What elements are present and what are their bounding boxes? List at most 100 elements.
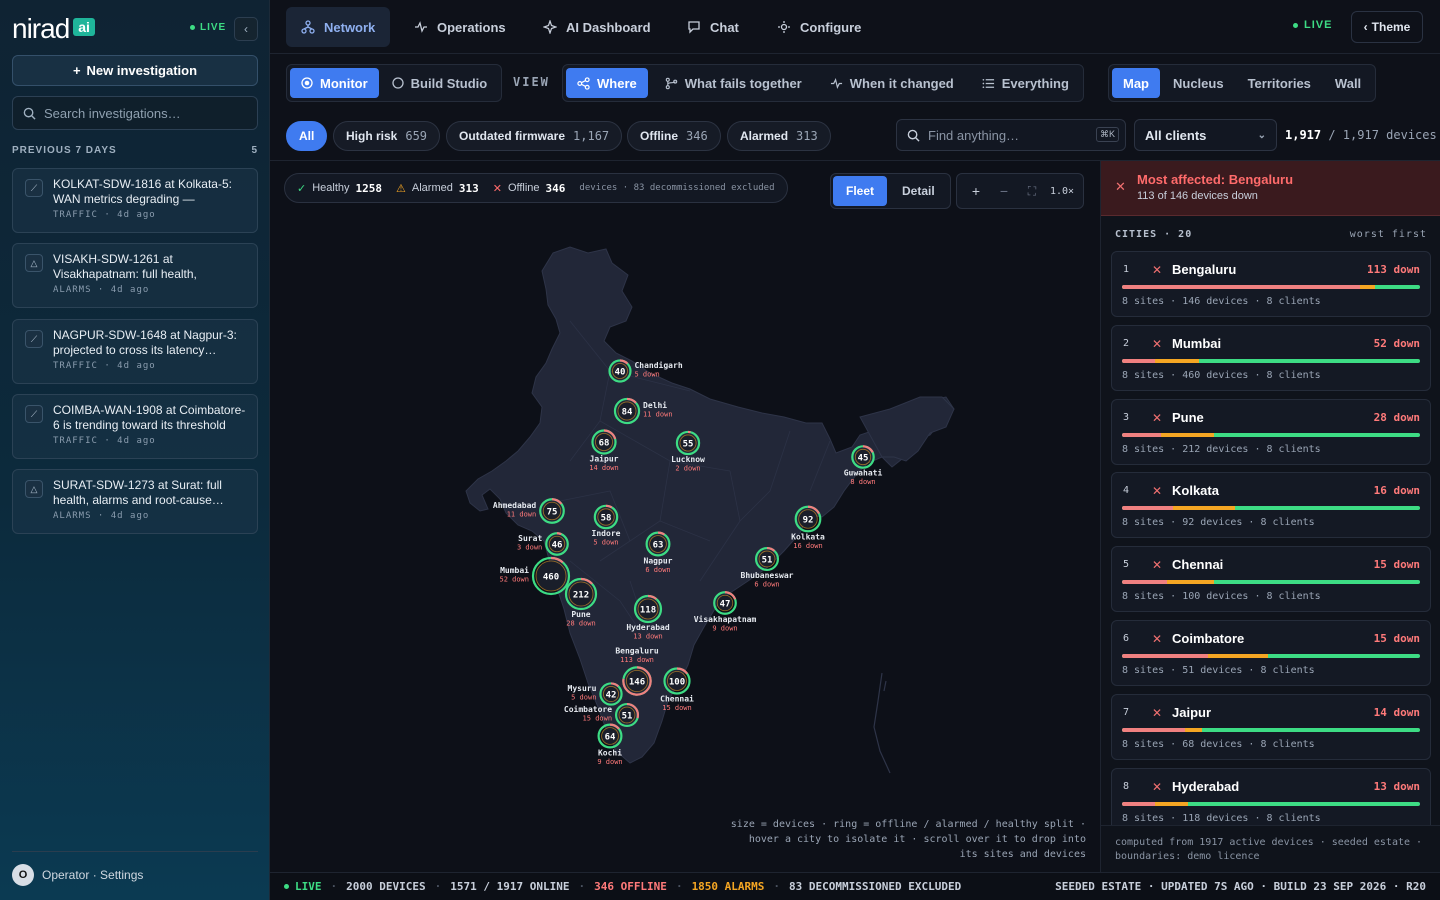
sidebar-live-label: LIVE — [200, 22, 227, 33]
legend-offline-label: Offline — [507, 182, 540, 194]
city-marker[interactable]: 55 Lucknow2 down — [671, 430, 705, 473]
city-marker[interactable]: 75 Ahmedabad11 down — [493, 498, 565, 524]
city-marker[interactable]: 92 Kolkata16 down — [791, 505, 825, 550]
city-marker[interactable]: 460 Mumbai52 down — [499, 556, 571, 596]
city-marker[interactable]: 146 Bengaluru113 down — [615, 646, 659, 696]
city-meta: 8 sites · 51 devices · 8 clients — [1122, 665, 1315, 676]
city-down-label: 8 down — [850, 478, 875, 486]
investigation-item[interactable]: ⟋ NAGPUR-SDW-1648 at Nagpur-3: projected… — [12, 319, 258, 384]
city-down-label: 3 down — [517, 544, 542, 552]
city-card[interactable]: 6 ✕ Coimbatore 15 down 8 sites · 51 devices … — [1111, 620, 1431, 686]
view-where-button[interactable]: Where — [566, 68, 648, 98]
investigation-item[interactable]: △ VISAKH-SDW-1261 at Visakhapatnam: full… — [12, 243, 258, 308]
city-rank: 8 — [1123, 780, 1130, 792]
tab-network[interactable]: Network — [286, 7, 391, 47]
tab-ai-dashboard[interactable]: AI Dashboard — [528, 7, 666, 47]
city-marker[interactable]: 58 Indore5 down — [592, 504, 621, 547]
city-device-count: 58 — [601, 514, 612, 524]
tab-chat[interactable]: Chat — [672, 7, 754, 47]
operator-settings[interactable]: O Operator · Settings — [12, 851, 258, 886]
investigation-item[interactable]: ⟋ COIMBA-WAN-1908 at Coimbatore-6 is tre… — [12, 394, 258, 459]
city-label: Kolkata — [791, 532, 825, 541]
status-separator: · — [578, 880, 586, 893]
fit-screen-icon[interactable]: ⛶ — [1019, 184, 1045, 199]
city-marker[interactable]: 45 Guwahati8 down — [844, 445, 883, 486]
city-card[interactable]: 4 ✕ Kolkata 16 down 8 sites · 92 devices · 8… — [1111, 472, 1431, 539]
city-card[interactable]: 1 ✕ Bengaluru 113 down 8 sites · 146 devices… — [1111, 251, 1431, 317]
city-card[interactable]: 5 ✕ Chennai 15 down 8 sites · 100 devices · … — [1111, 546, 1431, 613]
monitor-mode-button[interactable]: Monitor — [290, 68, 379, 98]
city-card[interactable]: 8 ✕ Hyderabad 13 down 8 sites · 118 devices … — [1111, 767, 1431, 834]
layout-wall-button[interactable]: Wall — [1324, 68, 1372, 98]
section-header: PREVIOUS 7 DAYS 5 — [12, 145, 258, 156]
search-investigations-input[interactable]: Search investigations… — [12, 96, 258, 130]
sort-label[interactable]: worst first — [1350, 229, 1427, 240]
new-investigation-button[interactable]: + New investigation — [12, 55, 258, 86]
investigation-item[interactable]: ⟋ KOLKAT-SDW-1816 at Kolkata-5: WAN metr… — [12, 168, 258, 233]
collapse-sidebar-button[interactable]: ‹ — [234, 17, 258, 41]
build-studio-button[interactable]: Build Studio — [381, 68, 499, 98]
offline-segment — [1122, 654, 1209, 658]
layout-territories-button[interactable]: Territories — [1237, 68, 1322, 98]
tab-operations[interactable]: Operations — [399, 7, 521, 47]
city-marker[interactable]: 68 Jaipur14 down — [589, 429, 619, 472]
view-everything-button[interactable]: Everything — [971, 68, 1080, 98]
city-marker[interactable]: 46 Surat3 down — [517, 532, 569, 556]
fleet-button[interactable]: Fleet — [833, 176, 888, 206]
city-down-label: 16 down — [793, 542, 823, 550]
cities-panel: ✕ Most affected: Bengaluru 113 of 146 de… — [1100, 160, 1440, 872]
legend-healthy-label: Healthy — [312, 182, 350, 194]
legend-offline-count: 346 — [545, 181, 566, 195]
city-marker[interactable]: 212 Pune28 down — [564, 577, 598, 628]
find-anything-input[interactable]: Find anything… ⌘K — [896, 119, 1126, 151]
layout-map-button[interactable]: Map — [1112, 68, 1160, 98]
city-marker[interactable]: 51 Bhubaneswar6 down — [741, 546, 794, 588]
layout-switch: Map Nucleus Territories Wall — [1108, 64, 1377, 102]
theme-button[interactable]: ‹ Theme — [1351, 11, 1423, 43]
zoom-in-button[interactable]: + — [963, 183, 989, 199]
view-when-it-changed-button[interactable]: When it changed — [819, 68, 965, 98]
city-marker[interactable]: 118 Hyderabad13 down — [626, 594, 670, 640]
computed-note: computed from 1917 active devices · seed… — [1101, 825, 1440, 872]
city-marker[interactable]: 47 Visakhapatnam9 down — [694, 591, 757, 632]
zoom-out-button[interactable]: − — [991, 183, 1017, 199]
city-card[interactable]: 3 ✕ Pune 28 down 8 sites · 212 devices · 8 c… — [1111, 398, 1431, 465]
brand-name: nirad — [12, 13, 70, 44]
close-icon[interactable]: ✕ — [1115, 179, 1126, 195]
city-label: Mumbai — [500, 565, 529, 575]
city-marker[interactable]: 51 Coimbatore15 down — [564, 702, 640, 728]
city-marker[interactable]: 64 Kochi9 down — [597, 723, 623, 766]
branch-icon — [665, 77, 677, 89]
city-marker[interactable]: 84 Delhi11 down — [613, 397, 673, 425]
device-count-shown: 1,917 — [1285, 128, 1322, 142]
city-marker[interactable]: 40 Chandigarh5 down — [608, 359, 683, 383]
view-option-label: Where — [597, 75, 637, 91]
monitor-label: Monitor — [320, 75, 368, 91]
tab-label: AI Dashboard — [566, 19, 651, 35]
tab-configure[interactable]: Configure — [762, 7, 876, 47]
network-icon — [301, 20, 315, 34]
city-marker[interactable]: 42 Mysuru5 down — [568, 682, 623, 706]
city-device-count: 55 — [683, 440, 694, 450]
find-placeholder: Find anything… — [928, 127, 1020, 143]
city-down-label: 52 down — [499, 576, 529, 584]
city-card[interactable]: 7 ✕ Jaipur 14 down 8 sites · 68 devices · 8 … — [1111, 693, 1431, 760]
legend-alarmed-count: 313 — [458, 181, 479, 195]
city-marker[interactable]: 100 Chennai15 down — [660, 667, 694, 713]
clients-select[interactable]: All clients ⌄ — [1134, 119, 1277, 151]
city-device-count: 63 — [653, 541, 664, 551]
city-down-label: 5 down — [593, 539, 618, 547]
city-down-count: 113 down — [1367, 263, 1420, 276]
investigation-item[interactable]: △ SURAT-SDW-1273 at Surat: full health, … — [12, 469, 258, 534]
status-separator: · — [773, 880, 781, 893]
brand-logo[interactable]: nirad ai — [12, 13, 95, 44]
city-marker[interactable]: 63 Nagpur6 down — [644, 531, 673, 574]
detail-button[interactable]: Detail — [889, 176, 948, 206]
city-card[interactable]: 2 ✕ Mumbai 52 down 8 sites · 460 devices · 8… — [1111, 324, 1431, 391]
city-device-count: 64 — [605, 733, 616, 743]
city-markers[interactable]: 40Chandigarh5 down 84Delhi11 down 68Jaipur… — [270, 161, 1100, 873]
layout-nucleus-button[interactable]: Nucleus — [1162, 68, 1235, 98]
most-affected-alert[interactable]: ✕ Most affected: Bengaluru 113 of 146 de… — [1101, 161, 1440, 216]
status-alarms: 1850 ALARMS — [691, 880, 765, 893]
view-what-fails-together-button[interactable]: What fails together — [654, 68, 813, 98]
